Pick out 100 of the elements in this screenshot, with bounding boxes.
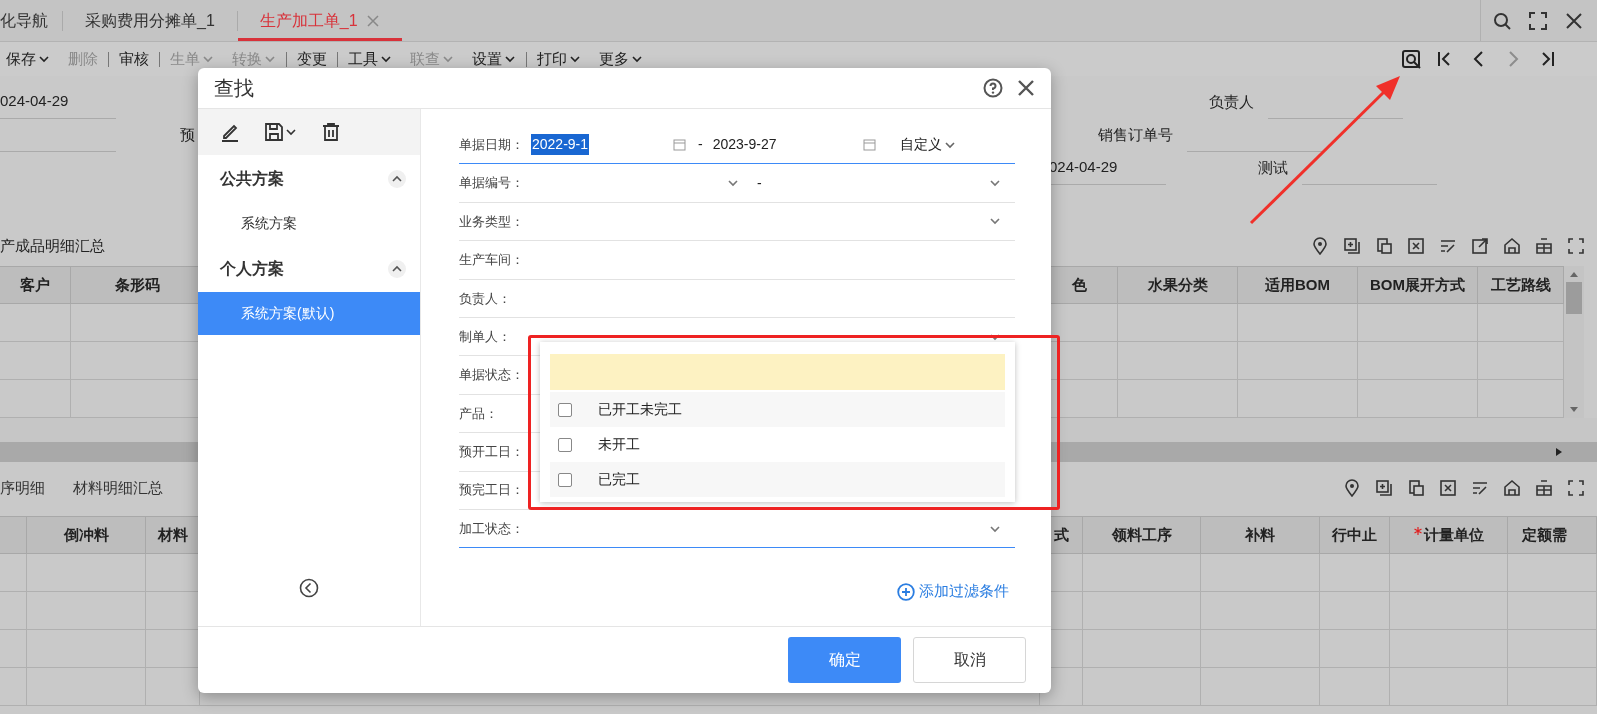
edit-lines-icon[interactable]: [1471, 479, 1489, 497]
chevron-down-icon: [38, 53, 50, 65]
fullscreen-icon[interactable]: [1529, 11, 1547, 30]
chevron-down-icon: [380, 53, 392, 65]
column-header: 适用BOM: [1238, 267, 1358, 303]
add-row-icon[interactable]: [1343, 237, 1361, 255]
toolbar-button[interactable]: 保存: [6, 51, 50, 67]
column-header: 定额需: [1508, 517, 1597, 553]
locate-record-icon[interactable]: [1401, 49, 1421, 69]
filter-field[interactable]: 单据日期： 2022-9-1 - 2023-9-27 自定义: [459, 126, 1015, 165]
close-icon[interactable]: [1017, 79, 1035, 97]
scrollbar-thumb[interactable]: [1566, 282, 1582, 314]
delete-row-icon[interactable]: [1407, 237, 1425, 255]
filter-field[interactable]: 生产车间：: [459, 241, 1015, 280]
field-label: 产品：: [459, 404, 499, 423]
mode-select[interactable]: 自定义: [899, 134, 956, 156]
filter-field[interactable]: 负责人：: [459, 279, 1015, 318]
column-header: 计量单位: [1390, 517, 1508, 553]
status-option[interactable]: 已开工未完工: [550, 392, 1005, 427]
plus-circle-icon: [897, 582, 915, 601]
toolbar-button[interactable]: 更多: [599, 51, 643, 67]
scheme-item[interactable]: 系统方案: [198, 202, 420, 245]
tab[interactable]: 化导航: [0, 3, 62, 41]
toolbar-button[interactable]: 打印: [537, 51, 581, 67]
pencil-icon[interactable]: [220, 122, 240, 142]
field-label: 销售订单号: [1097, 124, 1173, 145]
checkbox[interactable]: [558, 402, 572, 417]
split-icon[interactable]: [1535, 237, 1553, 255]
export-icon[interactable]: [1471, 237, 1489, 255]
cancel-button[interactable]: 取消: [913, 637, 1026, 683]
save-button[interactable]: [264, 122, 297, 142]
toolbar-button[interactable]: 设置: [472, 51, 516, 67]
chevron-down-icon: [569, 53, 581, 65]
field-label: 制单人：: [459, 327, 512, 346]
delete-row-icon[interactable]: [1439, 479, 1457, 497]
home-icon[interactable]: [1503, 237, 1521, 255]
paste-icon[interactable]: [1375, 237, 1393, 255]
scheme-group-header[interactable]: 公共方案: [198, 155, 420, 202]
column-header: 客户: [0, 267, 71, 303]
help-icon[interactable]: [983, 78, 1003, 98]
column-header: 倒冲料: [27, 517, 146, 553]
checkbox[interactable]: [558, 437, 572, 452]
chevron-down-icon: [504, 53, 516, 65]
column-header: 补料: [1201, 517, 1320, 553]
add-row-icon[interactable]: [1375, 479, 1393, 497]
split-icon[interactable]: [1535, 479, 1553, 497]
toolbar-button[interactable]: 工具: [348, 51, 392, 67]
field-label: 预: [180, 124, 195, 145]
scroll-right-icon[interactable]: [1555, 447, 1563, 457]
field-label: 预开工日：: [459, 443, 525, 462]
filter-field[interactable]: 单据编号： -: [459, 164, 1015, 203]
checkbox[interactable]: [558, 472, 572, 487]
scrollbar[interactable]: [1564, 266, 1584, 418]
fullscreen-icon[interactable]: [1567, 237, 1585, 255]
date-field[interactable]: 024-04-29: [0, 86, 116, 119]
home-icon[interactable]: [1503, 479, 1521, 497]
scroll-up-icon[interactable]: [1569, 270, 1579, 278]
required-icon: [1413, 527, 1422, 535]
search-icon[interactable]: [1493, 11, 1511, 30]
field-label: 加工状态：: [459, 519, 525, 538]
chevron-down-icon: [631, 53, 643, 65]
toolbar-button[interactable]: 审核: [119, 51, 149, 67]
fullscreen-icon[interactable]: [1567, 479, 1585, 497]
add-filter-link[interactable]: 添加过滤条件: [897, 580, 1009, 603]
chevron-down-icon: [202, 53, 214, 65]
filter-field[interactable]: 业务类型：: [459, 202, 1015, 242]
column-header: 领料工序: [1083, 517, 1201, 553]
toolbar-button[interactable]: 变更: [297, 51, 327, 67]
status-option[interactable]: 已完工: [550, 462, 1005, 497]
collapse-icon: [388, 259, 406, 278]
range-separator: -: [698, 135, 703, 155]
date-value[interactable]: 2022-9-1: [531, 134, 590, 156]
field-label: 单据状态：: [459, 366, 525, 385]
column-header: 水果分类: [1118, 267, 1238, 303]
pin-icon[interactable]: [1311, 237, 1329, 255]
edit-lines-icon[interactable]: [1439, 237, 1457, 255]
column-header: BOM展开方式: [1358, 267, 1478, 303]
chevron-down-icon: [264, 53, 276, 65]
date-value[interactable]: 2023-9-27: [712, 134, 777, 156]
pin-icon[interactable]: [1343, 479, 1361, 497]
tab[interactable]: 材料明细汇总: [73, 476, 163, 500]
range-separator: -: [757, 173, 762, 193]
field-label: 单据日期：: [459, 135, 525, 154]
tab[interactable]: 序明细: [0, 476, 45, 500]
field-label: 负责人：: [459, 289, 512, 308]
search-field[interactable]: [550, 354, 1005, 390]
dialog-title: 查找: [214, 76, 254, 101]
field-label: 负责人: [1208, 91, 1254, 112]
scroll-down-icon[interactable]: [1569, 406, 1579, 414]
trash-icon[interactable]: [321, 122, 341, 142]
filter-field[interactable]: 加工状态：: [459, 509, 1015, 549]
section-title: 产成品明细汇总: [0, 235, 105, 256]
field-label: 预完工日：: [459, 481, 525, 500]
field-label: 单据编号：: [459, 174, 525, 193]
paste-icon[interactable]: [1407, 479, 1425, 497]
chevron-down-icon: [285, 126, 297, 138]
close-icon[interactable]: [1565, 11, 1583, 30]
tab[interactable]: 采购费用分摊单_1: [63, 3, 237, 41]
collapse-icon: [388, 169, 406, 188]
collapse-panel-icon[interactable]: [299, 578, 319, 598]
